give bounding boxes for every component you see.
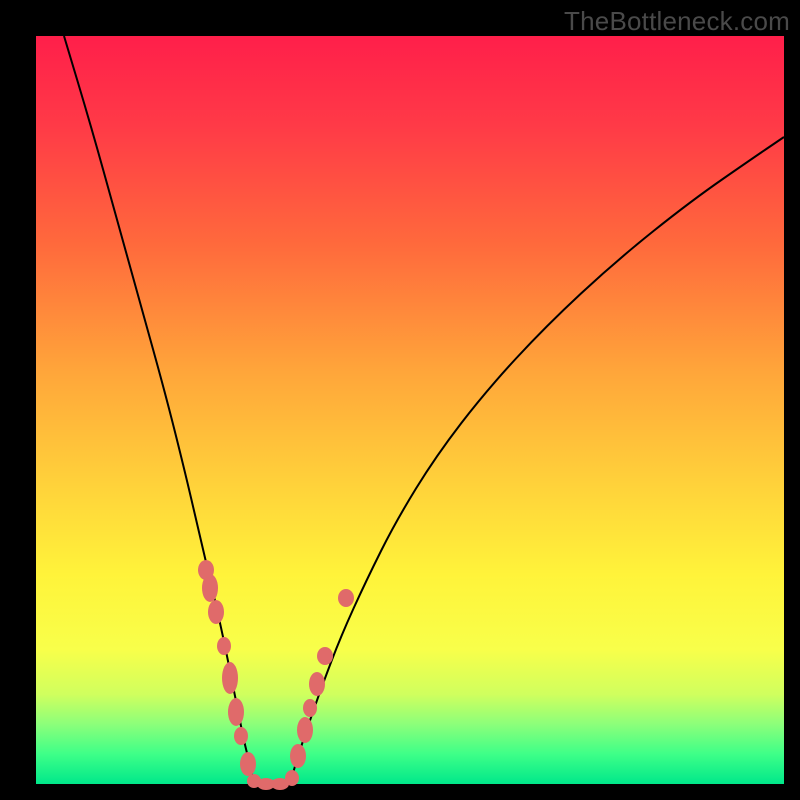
bead-dot — [222, 662, 238, 694]
bead-dot — [309, 672, 325, 696]
plot-area — [36, 36, 784, 784]
bead-dot — [228, 698, 244, 726]
bead-dot — [290, 744, 306, 768]
bead-dot — [317, 647, 333, 665]
bead-group — [198, 560, 354, 790]
bead-dot — [297, 717, 313, 743]
bead-dot — [240, 752, 256, 776]
bead-dot — [202, 574, 218, 602]
watermark-text: TheBottleneck.com — [564, 6, 790, 37]
bead-dot — [285, 770, 299, 786]
chart-frame: TheBottleneck.com — [0, 0, 800, 800]
bead-dot — [338, 589, 354, 607]
bead-dot — [208, 600, 224, 624]
bead-dot — [234, 727, 248, 745]
bead-dot — [217, 637, 231, 655]
chart-svg — [36, 36, 784, 784]
curve-right-branch — [291, 137, 784, 780]
bead-dot — [303, 699, 317, 717]
